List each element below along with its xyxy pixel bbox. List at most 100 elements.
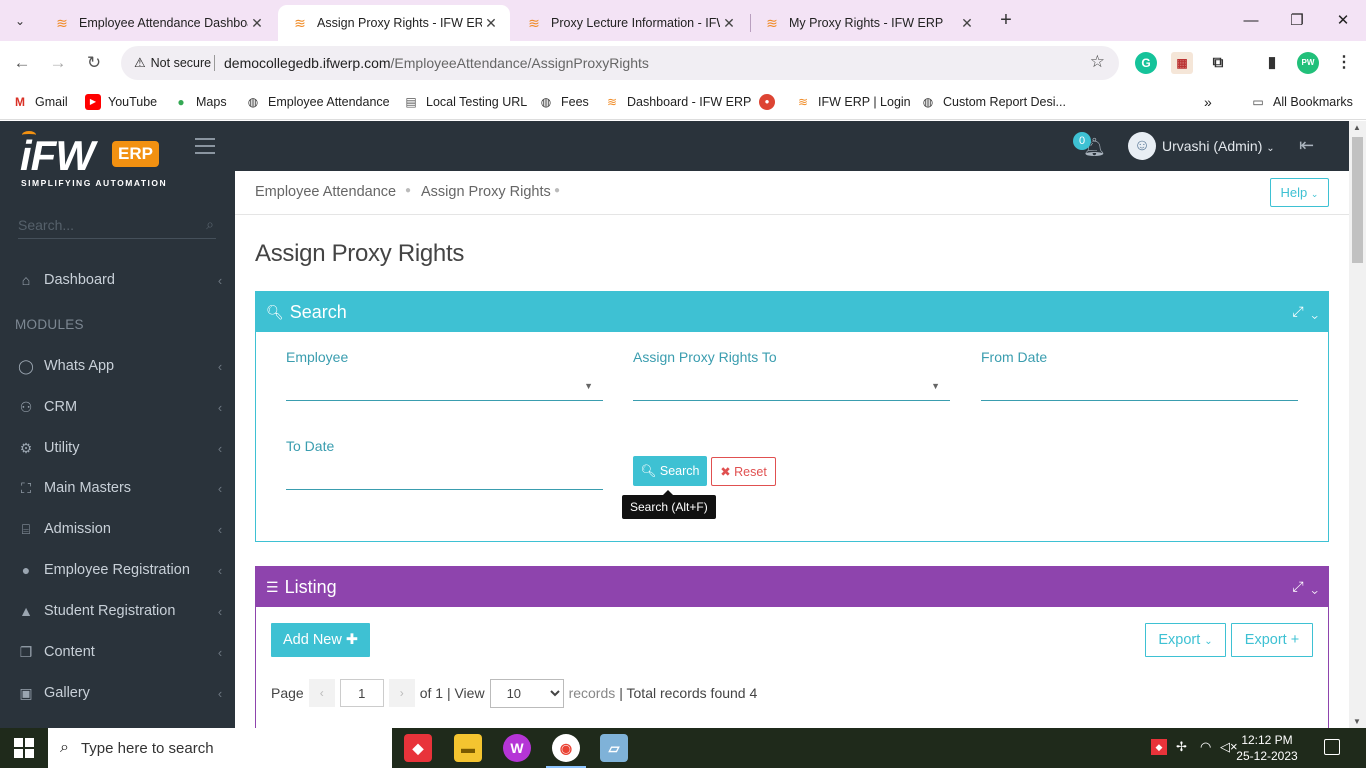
user-menu[interactable]: Urvashi (Admin) ⌄ bbox=[1162, 138, 1275, 154]
assign-to-select[interactable]: ▼ bbox=[633, 373, 950, 401]
browser-tab-my-proxy-rights[interactable]: ≋ My Proxy Rights - IFW ERP ✕ bbox=[750, 5, 986, 41]
bookmark-fees[interactable]: ◍ Fees bbox=[538, 93, 589, 111]
security-chip[interactable]: ⚠ Not secure bbox=[130, 51, 219, 75]
reload-icon[interactable]: ↻ bbox=[80, 49, 108, 77]
page-scrollbar[interactable]: ▲ ▼ bbox=[1349, 121, 1366, 728]
avatar[interactable]: ☺ bbox=[1128, 132, 1156, 160]
windows-start-icon[interactable] bbox=[14, 738, 34, 758]
close-tab-icon[interactable]: ✕ bbox=[958, 15, 976, 32]
wps-office-icon[interactable]: W bbox=[503, 734, 531, 762]
more-menu-icon[interactable]: ⋮ bbox=[1333, 52, 1355, 74]
browser-tab-assign-proxy-rights[interactable]: ≋ Assign Proxy Rights - IFW ERP ✕ bbox=[278, 5, 510, 41]
sidebar-item-crm[interactable]: ⚇ CRM ‹ bbox=[0, 387, 235, 427]
reset-button-label: Reset bbox=[734, 465, 767, 479]
breadcrumb-item-employee-attendance[interactable]: Employee Attendance bbox=[255, 184, 396, 200]
sidebar-item-admission[interactable]: ⌸ Admission ‹ bbox=[0, 509, 235, 549]
expand-icon[interactable]: ⤢ bbox=[1292, 578, 1303, 594]
file-explorer-icon[interactable]: ▬ bbox=[454, 734, 482, 762]
all-bookmarks-folder[interactable]: ▭ All Bookmarks bbox=[1250, 93, 1353, 111]
grammarly-extension-icon[interactable]: G bbox=[1135, 52, 1157, 74]
puzzle-extensions-icon[interactable]: ⧉ bbox=[1207, 52, 1229, 74]
url-text[interactable]: democollegedb.ifwerp.com/EmployeeAttenda… bbox=[224, 55, 649, 71]
url-path: /EmployeeAttendance/AssignProxyRights bbox=[390, 55, 649, 71]
anydesk-tray-icon[interactable]: ◆ bbox=[1151, 739, 1167, 755]
bookmark-local-testing[interactable]: ▤ Local Testing URL bbox=[403, 93, 527, 111]
notepad-app-icon[interactable]: ▱ bbox=[600, 734, 628, 762]
logout-icon[interactable]: ⇤ bbox=[1299, 135, 1314, 156]
search-icon[interactable]: ⌕ bbox=[206, 216, 214, 233]
page-size-select[interactable]: 10 bbox=[489, 678, 564, 708]
tab-search-chevron-icon[interactable]: ⌄ bbox=[8, 9, 32, 33]
close-window-icon[interactable]: ✕ bbox=[1320, 6, 1366, 36]
sidebar-item-dashboard[interactable]: ⌂ Dashboard ‹ bbox=[0, 260, 235, 300]
forward-arrow-icon[interactable]: → bbox=[44, 49, 72, 77]
add-new-button[interactable]: Add New ✚ bbox=[271, 623, 370, 657]
expand-icon[interactable]: ⤢ bbox=[1292, 303, 1303, 319]
new-tab-plus-icon[interactable]: + bbox=[994, 9, 1018, 33]
side-panel-icon[interactable]: ▮ bbox=[1261, 52, 1283, 74]
bookmark-maps[interactable]: ● Maps bbox=[173, 93, 226, 111]
bookmark-custom-report[interactable]: ◍ Custom Report Desi... bbox=[920, 93, 1066, 111]
taskbar-clock[interactable]: 12:12 PM 25-12-2023 bbox=[1236, 732, 1298, 764]
help-button[interactable]: Help ⌄ bbox=[1270, 178, 1329, 207]
restore-window-icon[interactable]: ❐ bbox=[1274, 6, 1320, 36]
profile-avatar-icon[interactable]: PW bbox=[1297, 52, 1319, 74]
ifw-erp-logo[interactable]: iFW ERP SIMPLIFYING AUTOMATION bbox=[20, 131, 170, 189]
from-date-input[interactable] bbox=[981, 373, 1298, 401]
reset-button[interactable]: ✖ Reset bbox=[711, 457, 776, 486]
chrome-icon[interactable]: ◉ bbox=[552, 734, 580, 762]
sidebar-item-content[interactable]: ❐ Content ‹ bbox=[0, 632, 235, 672]
tray-app-icon[interactable]: ✢ bbox=[1176, 739, 1187, 755]
wifi-icon[interactable]: ◠ bbox=[1200, 739, 1211, 755]
taskbar-search[interactable]: ⌕ Type here to search bbox=[48, 728, 392, 768]
hamburger-menu-icon[interactable] bbox=[195, 138, 215, 159]
bookmark-red-site[interactable]: ● bbox=[759, 93, 782, 111]
close-tab-icon[interactable]: ✕ bbox=[720, 15, 738, 32]
extension-icon[interactable]: ▦ bbox=[1171, 52, 1193, 74]
close-tab-icon[interactable]: ✕ bbox=[248, 15, 266, 32]
scrollbar-thumb[interactable] bbox=[1352, 137, 1363, 263]
export-dropdown-button[interactable]: Export ⌄ bbox=[1145, 623, 1226, 657]
sidebar-item-whats-app[interactable]: ◯ Whats App ‹ bbox=[0, 346, 235, 386]
prev-page-icon[interactable]: ‹ bbox=[308, 679, 335, 707]
taskbar-search-placeholder: Type here to search bbox=[80, 739, 214, 757]
scroll-down-icon[interactable]: ▼ bbox=[1353, 717, 1361, 726]
assign-to-label: Assign Proxy Rights To bbox=[633, 349, 777, 365]
export-plus-button[interactable]: Export + bbox=[1231, 623, 1313, 657]
bookmark-label: IFW ERP | Login bbox=[818, 95, 911, 109]
next-page-icon[interactable]: › bbox=[388, 679, 415, 707]
more-bookmarks-chevron-icon[interactable]: » bbox=[1204, 93, 1212, 111]
page-title: Assign Proxy Rights bbox=[255, 240, 465, 267]
anydesk-app-icon[interactable]: ◆ bbox=[404, 734, 432, 762]
browser-tab-proxy-lecture-information[interactable]: ≋ Proxy Lecture Information - IFW ✕ bbox=[512, 5, 748, 41]
sidebar-item-employee-registration[interactable]: ● Employee Registration ‹ bbox=[0, 550, 235, 590]
bookmark-ifw-login[interactable]: ≋ IFW ERP | Login bbox=[795, 93, 911, 111]
sidebar-item-main-masters[interactable]: ⛶ Main Masters ‹ bbox=[0, 468, 235, 508]
browser-tab-employee-attendance[interactable]: ≋ Employee Attendance Dashboard ✕ bbox=[40, 5, 276, 41]
sidebar-item-utility[interactable]: ⚙ Utility ‹ bbox=[0, 428, 235, 468]
bookmark-gmail[interactable]: M Gmail bbox=[12, 93, 68, 111]
panel-controls: ⤢ ⌄ bbox=[1292, 578, 1318, 595]
search-button[interactable]: 🔍︎ Search bbox=[633, 456, 707, 486]
sidebar-search-input[interactable] bbox=[18, 213, 193, 237]
bookmark-youtube[interactable]: ▶ YouTube bbox=[85, 93, 157, 111]
bookmark-employee-attendance[interactable]: ◍ Employee Attendance bbox=[245, 93, 390, 111]
bookmark-star-icon[interactable]: ☆ bbox=[1090, 52, 1105, 72]
scroll-up-icon[interactable]: ▲ bbox=[1353, 123, 1361, 132]
close-tab-icon[interactable]: ✕ bbox=[482, 15, 500, 32]
page-number-input[interactable] bbox=[339, 679, 384, 707]
minimize-window-icon[interactable]: — bbox=[1228, 6, 1274, 36]
to-date-input[interactable] bbox=[286, 462, 603, 490]
breadcrumb-item-assign-proxy-rights[interactable]: Assign Proxy Rights bbox=[421, 184, 551, 200]
sidebar-item-student-registration[interactable]: ▲ Student Registration ‹ bbox=[0, 591, 235, 631]
list-icon: ☰ bbox=[266, 578, 279, 595]
employee-select[interactable]: ▼ bbox=[286, 373, 603, 401]
collapse-chevron-icon[interactable]: ⌄ bbox=[1311, 303, 1318, 319]
notification-center-icon[interactable] bbox=[1324, 739, 1340, 755]
sidebar-item-gallery[interactable]: ▣ Gallery ‹ bbox=[0, 673, 235, 713]
collapse-chevron-icon[interactable]: ⌄ bbox=[1311, 578, 1318, 594]
back-arrow-icon[interactable]: ← bbox=[8, 49, 36, 77]
bookmark-dashboard-ifw[interactable]: ≋ Dashboard - IFW ERP bbox=[604, 93, 751, 111]
address-bar[interactable]: ⚠ Not secure democollegedb.ifwerp.com/Em… bbox=[121, 46, 1119, 80]
volume-muted-icon[interactable]: ◁× bbox=[1220, 739, 1238, 755]
